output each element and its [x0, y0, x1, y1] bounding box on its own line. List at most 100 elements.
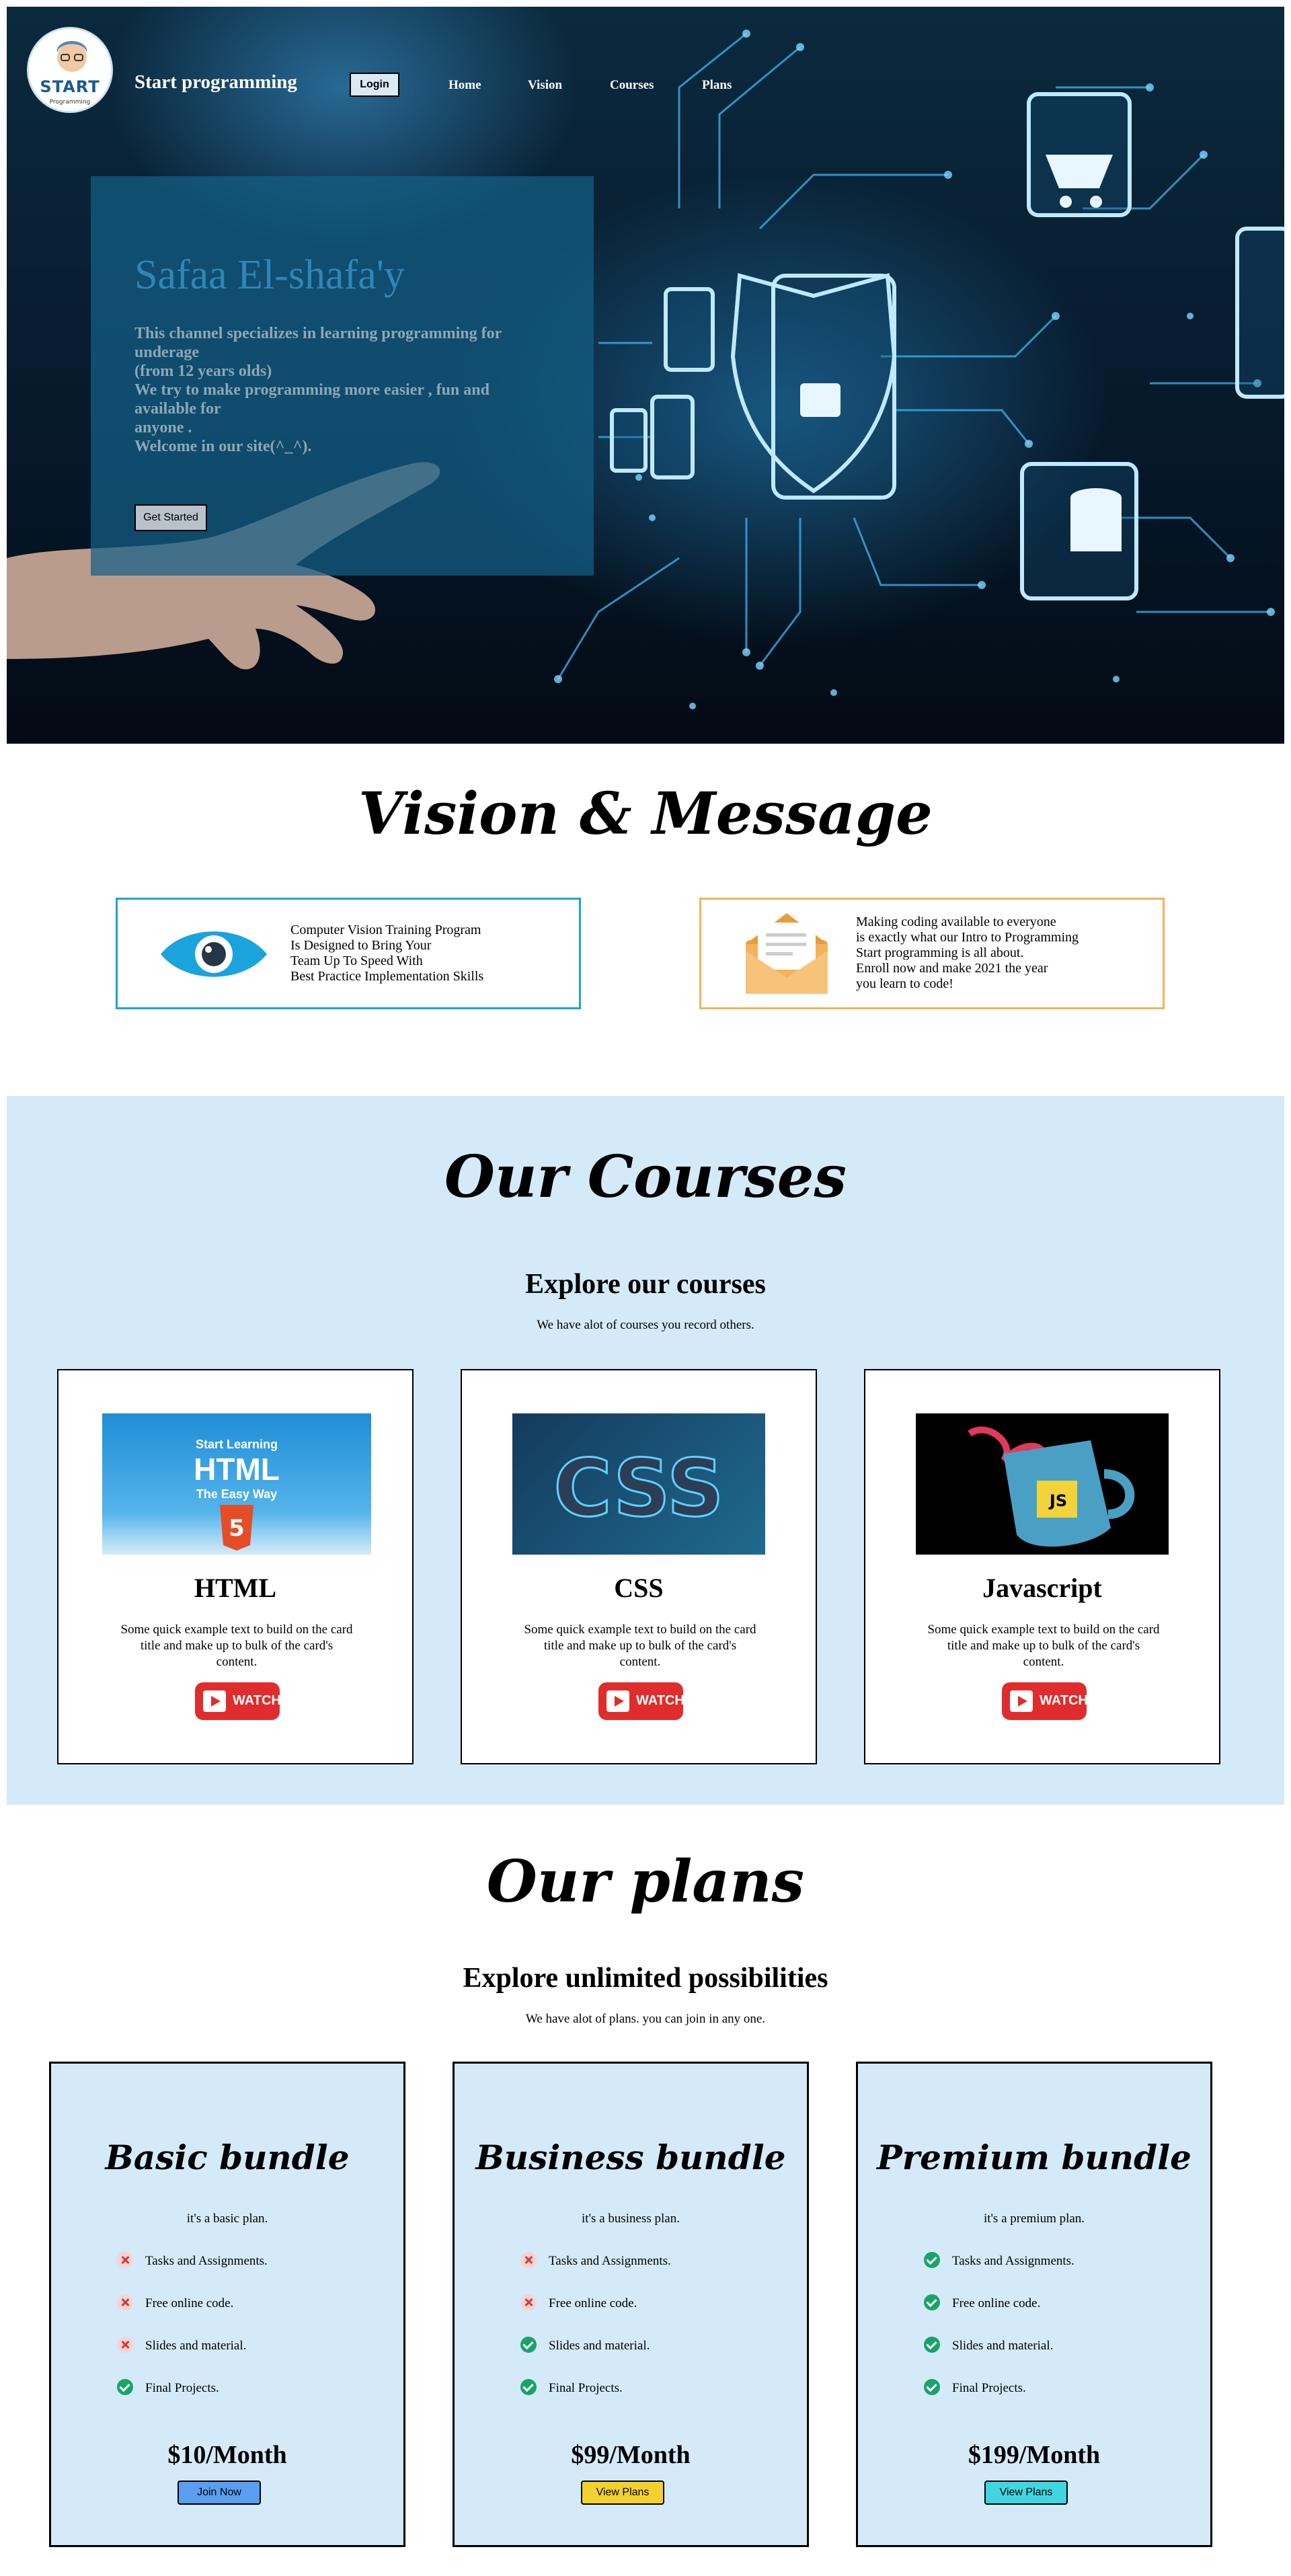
plan-feature: Slides and material.: [924, 2337, 1054, 2353]
feature-label: Tasks and Assignments.: [549, 2254, 671, 2268]
check-icon: [924, 2379, 940, 2395]
plans-text: We have alot of plans. you can join in a…: [525, 2012, 766, 2026]
vision-card: Computer Vision Training Program Is Desi…: [116, 898, 581, 1009]
plan-price: $99/Month: [571, 2441, 691, 2469]
feature-label: Free online code.: [145, 2296, 234, 2310]
js-thumb-text: JS: [1049, 1491, 1068, 1510]
hero-section: START Programming Start programming Logi…: [7, 7, 1284, 744]
message-card-text: Making coding available to everyone is e…: [856, 914, 1079, 991]
play-icon: [1010, 1690, 1033, 1712]
plan-feature: Slides and material.: [117, 2337, 247, 2353]
logo[interactable]: START Programming: [27, 27, 113, 113]
plans-title: Our plans: [486, 1848, 805, 1916]
javascript-thumbnail[interactable]: JS: [916, 1413, 1169, 1555]
check-icon: [520, 2379, 537, 2395]
vision-title: Vision & Message: [358, 780, 933, 848]
plan-price: $199/Month: [968, 2441, 1101, 2469]
watch-button[interactable]: WATCH: [598, 1682, 684, 1720]
plan-feature: Free online code.: [117, 2294, 234, 2311]
login-button[interactable]: Login: [350, 73, 399, 97]
course-name: Javascript: [982, 1573, 1102, 1603]
feature-label: Tasks and Assignments.: [145, 2254, 268, 2268]
html-thumb-line-3: The Easy Way: [196, 1487, 278, 1501]
check-icon: [520, 2337, 537, 2353]
check-icon: [924, 2252, 940, 2268]
check-icon: [924, 2337, 940, 2353]
course-card-css: CSS CSS Some quick example text to build…: [461, 1369, 817, 1764]
plan-feature: Tasks and Assignments.: [117, 2252, 268, 2269]
plan-feature: Tasks and Assignments.: [924, 2252, 1074, 2269]
course-description: Some quick example text to build on the …: [524, 1623, 756, 1669]
course-description: Some quick example text to build on the …: [927, 1623, 1160, 1669]
brand-name[interactable]: Start programming: [134, 71, 297, 93]
plan-name: Basic bundle: [105, 2138, 350, 2177]
courses-subtitle: Explore our courses: [525, 1269, 766, 1300]
nav-home[interactable]: Home: [448, 78, 481, 93]
feature-label: Slides and material.: [145, 2339, 247, 2353]
plan-price: $10/Month: [167, 2441, 287, 2469]
plans-subtitle: Explore unlimited possibilities: [463, 1963, 828, 1994]
js-mug-icon: [968, 1426, 1135, 1547]
hero-panel: Safaa El-shafa'y This channel specialize…: [91, 176, 594, 576]
hero-description: This channel specializes in learning pro…: [134, 325, 502, 455]
nav-plans[interactable]: Plans: [702, 78, 732, 93]
eye-icon: [161, 931, 267, 977]
watch-label: WATCH: [1040, 1693, 1088, 1708]
page: START Programming Start programming Logi…: [0, 0, 1291, 2576]
html-thumb-line-2: HTML: [194, 1452, 280, 1487]
hero-name: Safaa El-shafa'y: [134, 252, 405, 298]
plan-description: it's a premium plan.: [983, 2212, 1085, 2226]
play-icon: [607, 1690, 629, 1712]
view-plans-button[interactable]: View Plans: [984, 2481, 1068, 2505]
check-icon: [117, 2379, 133, 2395]
message-card: Making coding available to everyone is e…: [699, 898, 1165, 1009]
plan-feature: Free online code.: [520, 2294, 637, 2311]
plan-card-basic: Basic bundle it's a basic plan. Tasks an…: [49, 2062, 405, 2547]
cross-icon: [117, 2337, 133, 2353]
plan-description: it's a business plan.: [582, 2212, 680, 2226]
nav-vision[interactable]: Vision: [528, 78, 562, 93]
plan-feature: Slides and material.: [520, 2337, 650, 2353]
nav-courses[interactable]: Courses: [610, 78, 654, 93]
plan-feature: Final Projects.: [924, 2379, 1026, 2396]
html-thumb-line-1: Start Learning: [195, 1438, 278, 1451]
cross-icon: [520, 2252, 537, 2268]
join-now-button[interactable]: Join Now: [178, 2481, 261, 2505]
plan-card-business: Business bundle it's a business plan. Ta…: [453, 2062, 809, 2547]
plan-feature: Tasks and Assignments.: [520, 2252, 671, 2269]
course-description: Some quick example text to build on the …: [120, 1623, 353, 1669]
feature-label: Free online code.: [952, 2296, 1041, 2310]
feature-label: Slides and material.: [549, 2339, 650, 2353]
course-name: HTML: [194, 1573, 277, 1603]
view-plans-button[interactable]: View Plans: [581, 2481, 664, 2505]
feature-label: Final Projects.: [549, 2381, 623, 2395]
plan-feature: Final Projects.: [117, 2379, 219, 2396]
courses-title: Our Courses: [444, 1143, 847, 1211]
logo-subtext: Programming: [49, 99, 91, 106]
feature-label: Slides and material.: [952, 2339, 1054, 2353]
course-name: CSS: [614, 1573, 664, 1603]
watch-button[interactable]: WATCH: [195, 1682, 281, 1720]
get-started-button[interactable]: Get Started: [134, 504, 207, 531]
logo-text: START: [40, 77, 100, 96]
feature-label: Final Projects.: [145, 2381, 219, 2395]
cross-icon: [117, 2294, 133, 2310]
cross-icon: [117, 2252, 133, 2268]
css-thumb-text: CSS: [553, 1441, 725, 1536]
play-icon: [203, 1690, 226, 1712]
cross-icon: [520, 2294, 537, 2310]
css-thumbnail[interactable]: CSS: [512, 1413, 765, 1555]
watch-button[interactable]: WATCH: [1002, 1682, 1088, 1720]
plan-feature: Final Projects.: [520, 2379, 623, 2396]
vision-card-text: Computer Vision Training Program Is Desi…: [290, 923, 484, 984]
courses-text: We have alot of courses you record other…: [537, 1318, 754, 1332]
watch-label: WATCH: [636, 1693, 684, 1708]
plan-name: Premium bundle: [877, 2138, 1191, 2177]
check-icon: [924, 2294, 940, 2310]
plan-name: Business bundle: [475, 2138, 786, 2177]
html5-logo-icon: 5: [220, 1505, 253, 1551]
plan-card-premium: Premium bundle it's a premium plan. Task…: [856, 2062, 1212, 2547]
html-thumbnail[interactable]: Start Learning HTML The Easy Way 5: [102, 1413, 371, 1555]
feature-label: Final Projects.: [952, 2381, 1026, 2395]
plan-feature: Free online code.: [924, 2294, 1041, 2311]
